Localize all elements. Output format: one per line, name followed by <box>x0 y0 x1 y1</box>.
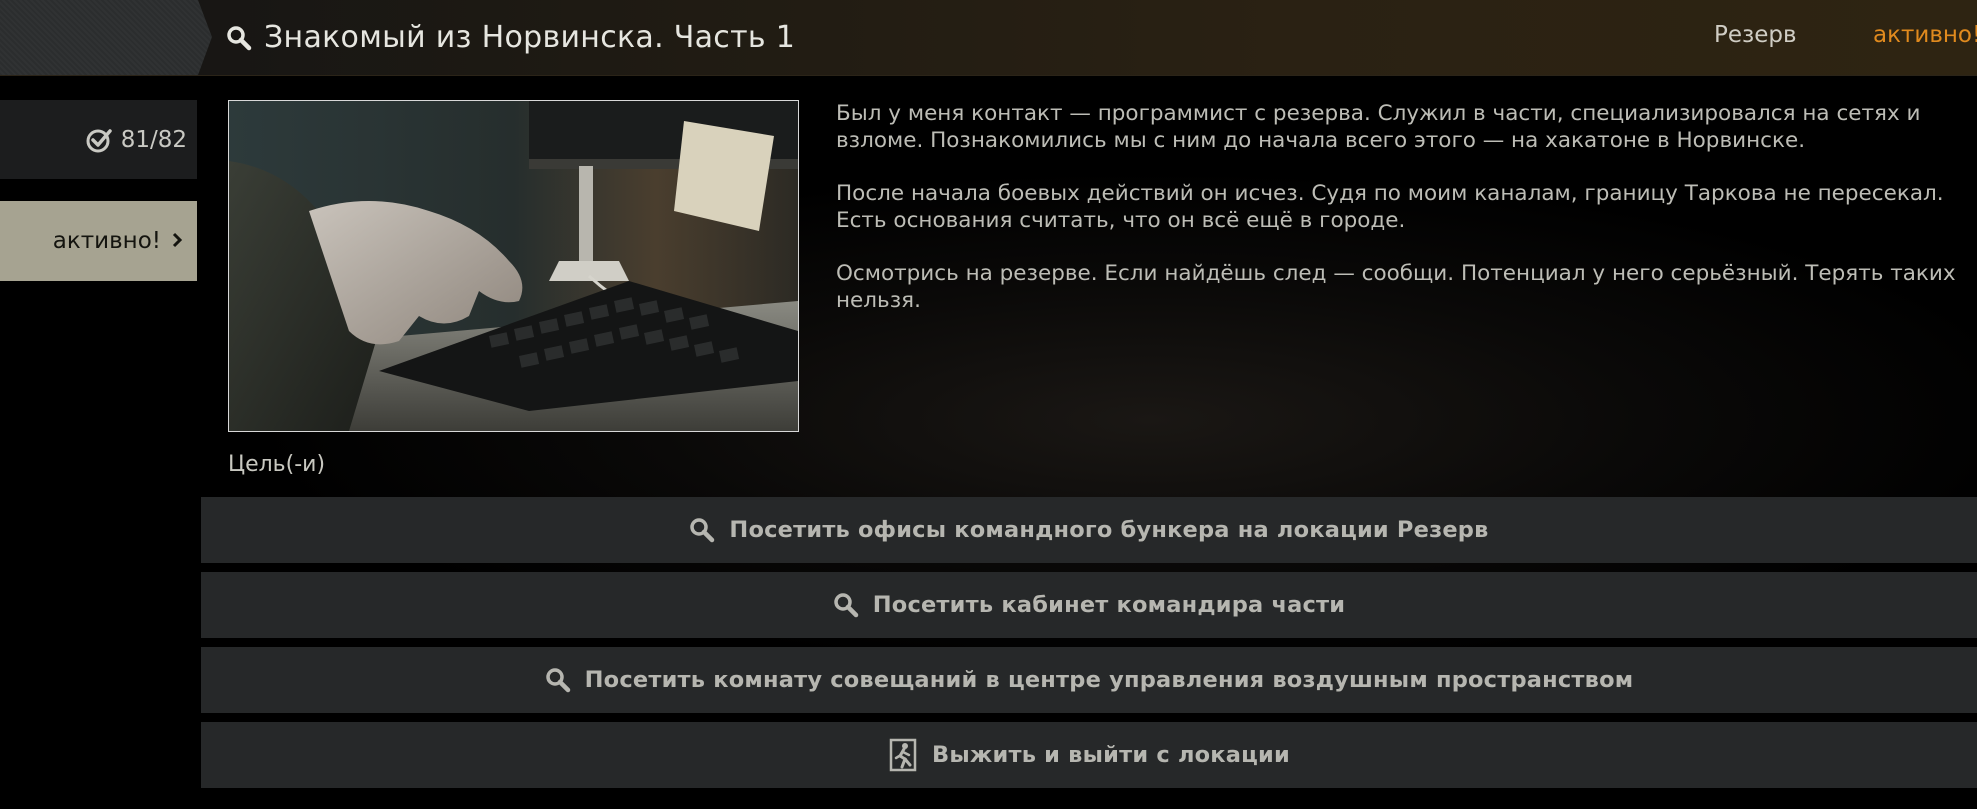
objectives-heading: Цель(-и) <box>228 452 326 477</box>
objective-item[interactable]: Посетить офисы командного бункера на лок… <box>201 497 1977 563</box>
chevron-right-icon <box>171 229 183 253</box>
objective-item[interactable]: Выжить и выйти с локации <box>201 722 1977 788</box>
objective-item[interactable]: Посетить комнату совещаний в центре упра… <box>201 647 1977 713</box>
description-paragraph: Осмотрись на резерве. Если найдёшь след … <box>836 261 1956 313</box>
header-tab <box>0 0 212 75</box>
quest-image <box>228 100 799 432</box>
search-icon <box>226 25 252 51</box>
quest-page: Знакомый из Норвинска. Часть 1 Резерв ак… <box>0 0 1977 809</box>
quest-status: активно! <box>1873 22 1977 48</box>
quest-counter: 81/82 <box>0 100 197 179</box>
counter-value: 81/82 <box>120 126 187 153</box>
quest-header: Знакомый из Норвинска. Часть 1 Резерв ак… <box>0 0 1977 76</box>
status-tab-label: активно! <box>52 228 161 254</box>
search-icon <box>689 517 715 543</box>
header-title-group: Знакомый из Норвинска. Часть 1 <box>226 0 795 75</box>
objective-label: Посетить офисы командного бункера на лок… <box>729 517 1489 543</box>
hand-on-keyboard-illustration <box>229 101 798 431</box>
objective-label: Посетить кабинет командира части <box>872 592 1346 618</box>
exit-icon <box>888 738 918 772</box>
search-icon <box>545 667 571 693</box>
quest-title: Знакомый из Норвинска. Часть 1 <box>264 20 796 55</box>
objective-item[interactable]: Посетить кабинет командира части <box>201 572 1977 638</box>
description-paragraph: После начала боевых действий он исчез. С… <box>836 181 1944 233</box>
objective-label: Посетить комнату совещаний в центре упра… <box>584 667 1634 693</box>
description-paragraph: Был у меня контакт — программист с резер… <box>836 101 1921 153</box>
status-tab-active[interactable]: активно! <box>0 201 197 281</box>
check-circle-icon <box>85 126 113 154</box>
quest-location: Резерв <box>1714 22 1797 48</box>
objective-label: Выжить и выйти с локации <box>932 742 1290 768</box>
quest-description: Был у меня контакт — программист с резер… <box>836 100 1956 340</box>
search-icon <box>833 592 859 618</box>
